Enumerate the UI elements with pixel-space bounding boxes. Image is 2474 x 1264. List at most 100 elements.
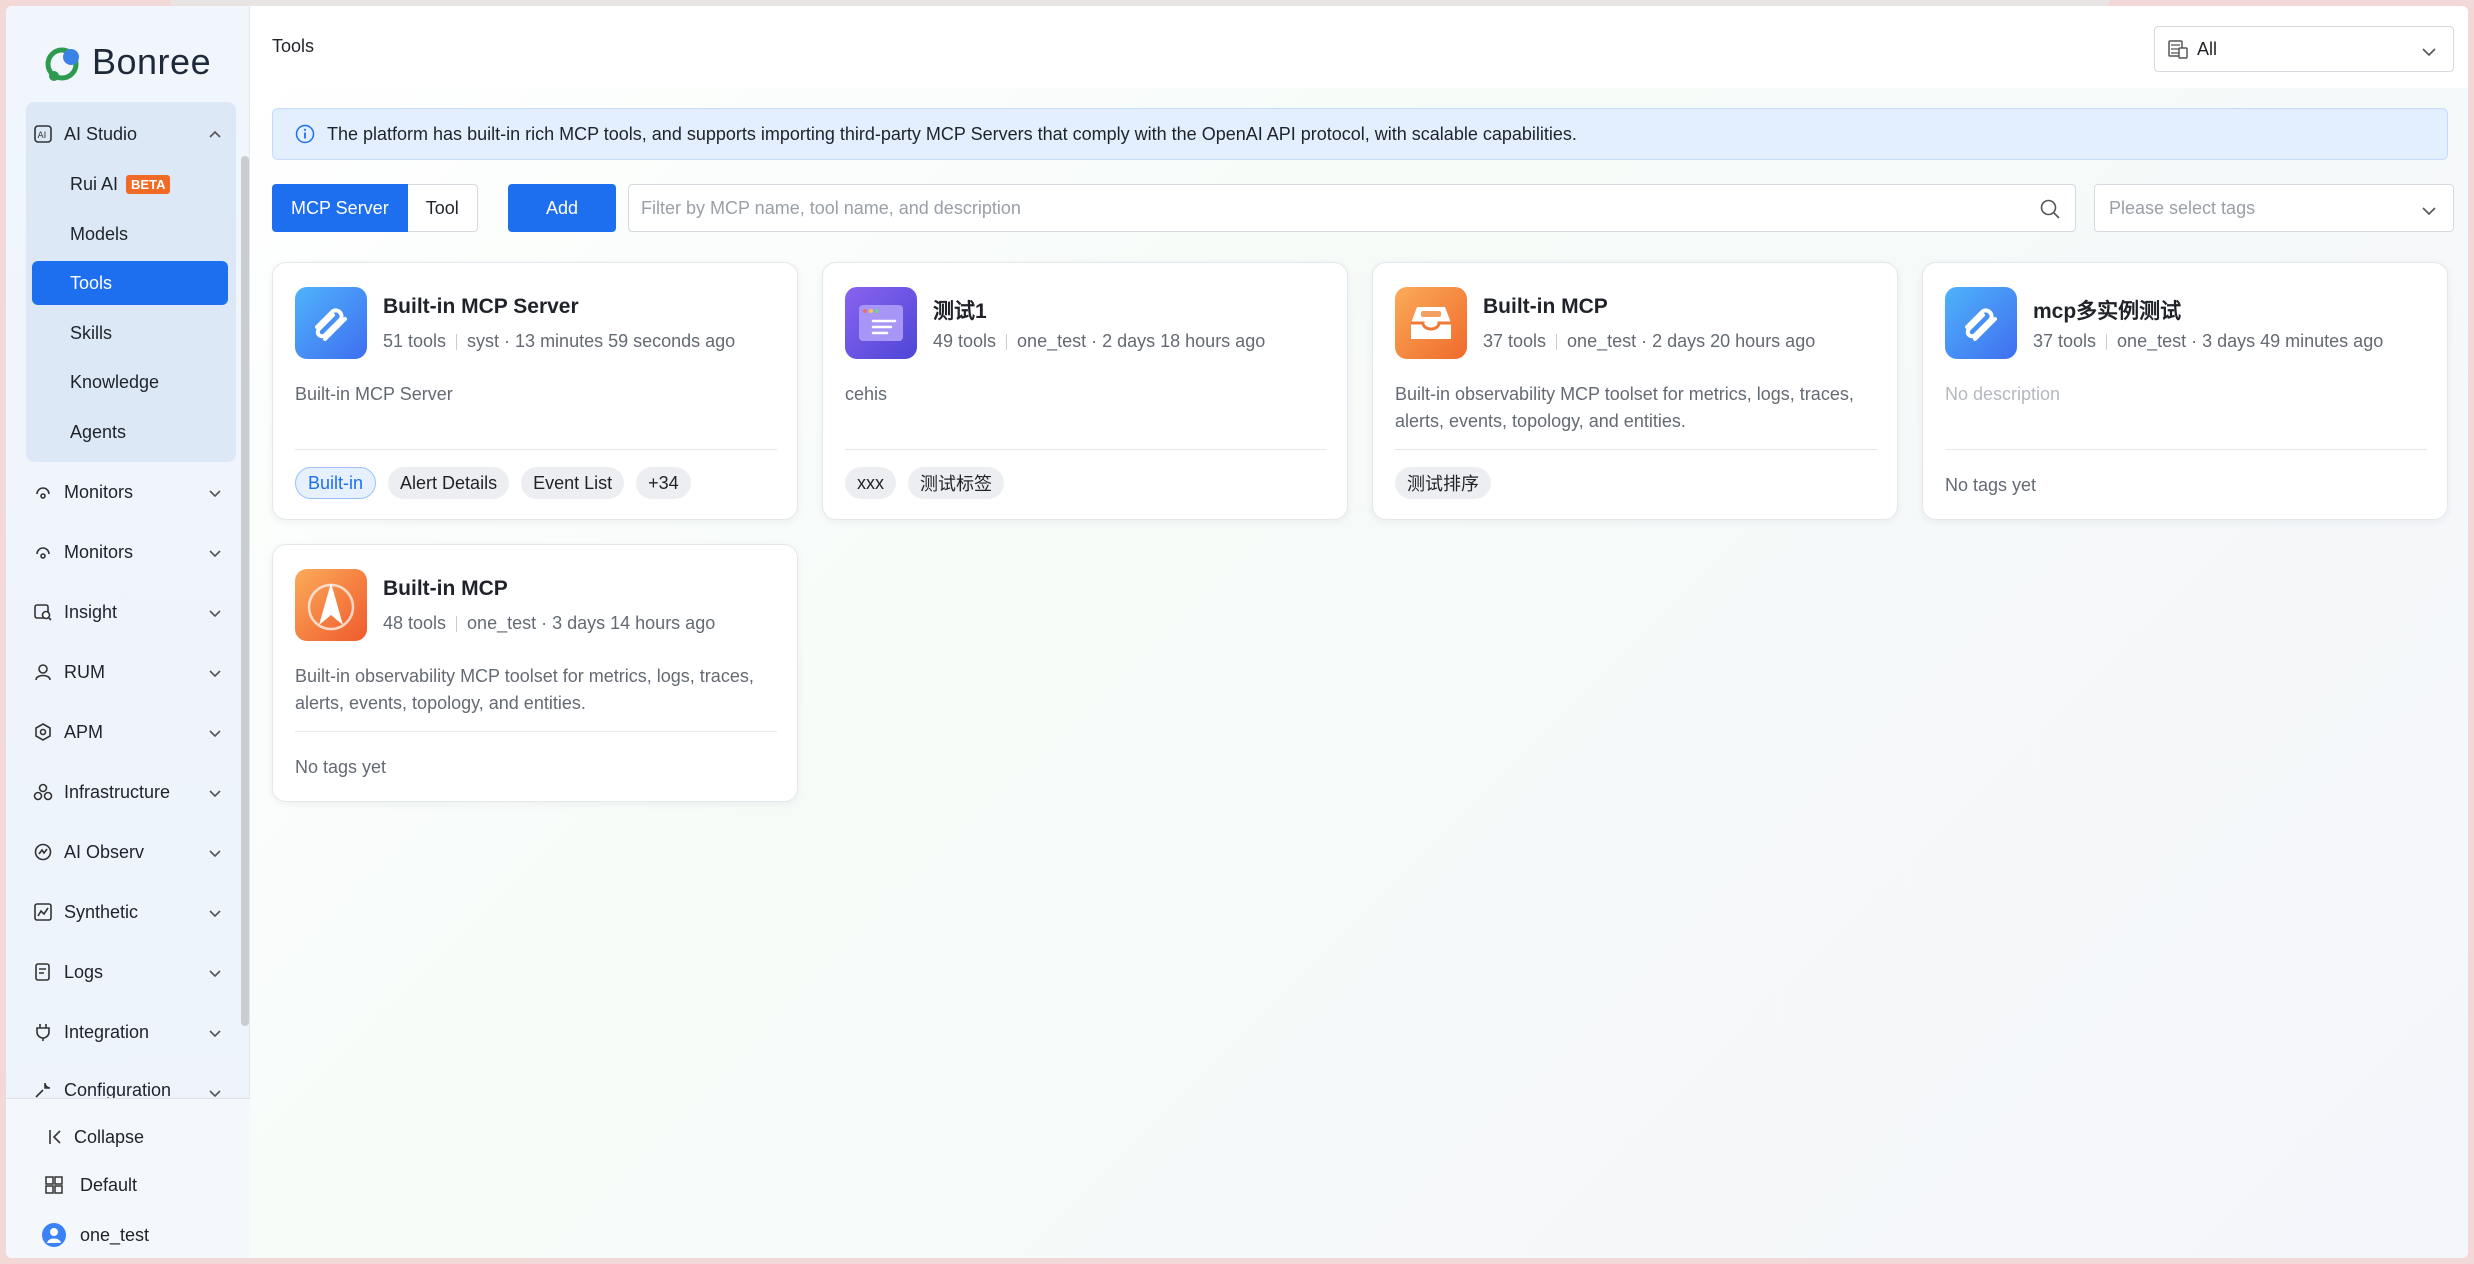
nav-infrastructure[interactable]: Infrastructure [32, 770, 232, 814]
mcp-card[interactable]: 测试1 49 tools one_test · 2 days 18 hours … [822, 262, 1348, 520]
card-meta: 49 tools one_test · 2 days 18 hours ago [933, 331, 1265, 352]
meta-divider [2106, 333, 2108, 350]
card-divider [845, 449, 1327, 450]
tag: xxx [845, 467, 896, 499]
banner-text: The platform has built-in rich MCP tools… [327, 123, 1577, 144]
view-tabs: MCP Server Tool [272, 184, 478, 232]
nav-monitors-2[interactable]: Monitors [32, 530, 232, 574]
card-title: mcp多实例测试 [2033, 300, 2182, 323]
mcp-card[interactable]: mcp多实例测试 37 tools one_test · 3 days 49 m… [1922, 262, 2448, 520]
nav-label: Insight [64, 601, 118, 622]
scope-select[interactable]: All [2154, 26, 2454, 72]
search-box [628, 184, 2076, 232]
integration-icon [32, 1021, 54, 1043]
brand-logo[interactable]: Bonree [44, 36, 211, 88]
search-input[interactable] [629, 185, 2009, 231]
beta-badge: BETA [126, 174, 171, 194]
workspace-switcher[interactable]: Default [42, 1167, 137, 1203]
sidebar-scrollbar[interactable] [241, 156, 249, 1026]
mcp-card[interactable]: Built-in MCP 48 tools one_test · 3 days … [272, 544, 798, 802]
meta-divider [456, 615, 458, 632]
sidebar-item-tools[interactable]: Tools [32, 261, 228, 305]
collapse-button[interactable]: Collapse [48, 1119, 144, 1155]
user-menu[interactable]: one_test [42, 1217, 149, 1253]
sidebar-item-label: Tools [70, 272, 113, 293]
card-divider [1945, 449, 2427, 450]
chevron-down-icon [208, 604, 222, 618]
nav-logs[interactable]: Logs [32, 950, 232, 994]
nav-label: AI Observ [64, 841, 145, 862]
chevron-down-icon [208, 964, 222, 978]
sidebar: Bonree AI AI Studio Rui AI BETA Models T… [6, 6, 250, 1258]
nav-label: Logs [64, 961, 104, 982]
owner-time: one_test · 2 days 20 hours ago [1567, 331, 1816, 351]
nav-apm[interactable]: APM [32, 710, 232, 754]
synthetic-icon [32, 901, 54, 923]
tag: 测试标签 [908, 467, 1004, 499]
user-name: one_test [80, 1224, 150, 1245]
sidebar-item-models[interactable]: Models [32, 212, 228, 256]
nav-monitors[interactable]: Monitors [32, 470, 232, 514]
tab-tool[interactable]: Tool [407, 184, 478, 232]
card-title: Built-in MCP [383, 577, 508, 600]
chevron-down-icon [208, 844, 222, 858]
chevron-down-icon [2421, 202, 2437, 223]
meta-divider [1006, 333, 1008, 350]
nav-ai-observ[interactable]: AI Observ [32, 830, 232, 874]
tag: Event List [521, 467, 625, 499]
nav-label: Synthetic [64, 901, 139, 922]
chevron-down-icon [2421, 43, 2437, 64]
svg-text:AI: AI [38, 131, 47, 141]
user-icon [32, 661, 54, 683]
chevron-down-icon [208, 1024, 222, 1038]
tags-select[interactable]: Please select tags [2094, 184, 2454, 232]
tags-placeholder: Please select tags [2109, 197, 2256, 218]
owner-time: one_test · 3 days 14 hours ago [467, 613, 716, 633]
owner-time: one_test · 2 days 18 hours ago [1017, 331, 1266, 351]
nav-integration[interactable]: Integration [32, 1010, 232, 1054]
tag-list: Built-in Alert Details Event List +34 [295, 467, 691, 499]
chevron-down-icon [208, 724, 222, 738]
database-icon [2167, 38, 2189, 60]
sidebar-item-rui-ai[interactable]: Rui AI BETA [32, 162, 228, 206]
card-meta: 51 tools syst · 13 minutes 59 seconds ag… [383, 331, 735, 352]
logs-icon [32, 961, 54, 983]
sidebar-item-knowledge[interactable]: Knowledge [32, 360, 228, 404]
chevron-down-icon [208, 784, 222, 798]
nav-label: RUM [64, 661, 105, 682]
more-tags-badge[interactable]: +34 [636, 467, 691, 499]
nav-rum[interactable]: RUM [32, 650, 232, 694]
tag-list: 测试排序 [1395, 467, 1491, 499]
add-button[interactable]: Add [508, 184, 616, 232]
tool-count: 37 tools [1483, 331, 1547, 351]
link-icon [295, 287, 367, 359]
card-divider [1395, 449, 1877, 450]
nav-ai-studio[interactable]: AI AI Studio [32, 112, 232, 156]
collapse-label: Collapse [74, 1126, 145, 1147]
nav-label: Monitors [64, 481, 134, 502]
meta-divider [456, 333, 458, 350]
sidebar-item-skills[interactable]: Skills [32, 311, 228, 355]
card-description: cehis [845, 384, 888, 404]
card-title: Built-in MCP [1483, 295, 1608, 318]
search-icon[interactable] [2039, 198, 2061, 225]
ai-observ-icon [32, 841, 54, 863]
compass-icon [295, 569, 367, 641]
no-tags-text: No tags yet [295, 757, 387, 777]
chevron-down-icon [208, 904, 222, 918]
card-meta: 48 tools one_test · 3 days 14 hours ago [383, 613, 715, 634]
monitor-icon [32, 481, 54, 503]
tool-count: 37 tools [2033, 331, 2097, 351]
nav-synthetic[interactable]: Synthetic [32, 890, 232, 934]
browser-window-icon [845, 287, 917, 359]
chevron-down-icon [208, 664, 222, 678]
mcp-card[interactable]: Built-in MCP 37 tools one_test · 2 days … [1372, 262, 1898, 520]
app-window: Bonree AI AI Studio Rui AI BETA Models T… [6, 6, 2468, 1258]
nav-insight[interactable]: Insight [32, 590, 232, 634]
sidebar-footer: Collapse Default one_test [6, 1098, 250, 1258]
sidebar-item-agents[interactable]: Agents [32, 410, 228, 454]
tab-mcp-server[interactable]: MCP Server [272, 184, 408, 232]
mcp-card[interactable]: Built-in MCP Server 51 tools syst · 13 m… [272, 262, 798, 520]
chevron-down-icon [208, 1084, 222, 1098]
sidebar-item-label: Models [70, 223, 129, 244]
